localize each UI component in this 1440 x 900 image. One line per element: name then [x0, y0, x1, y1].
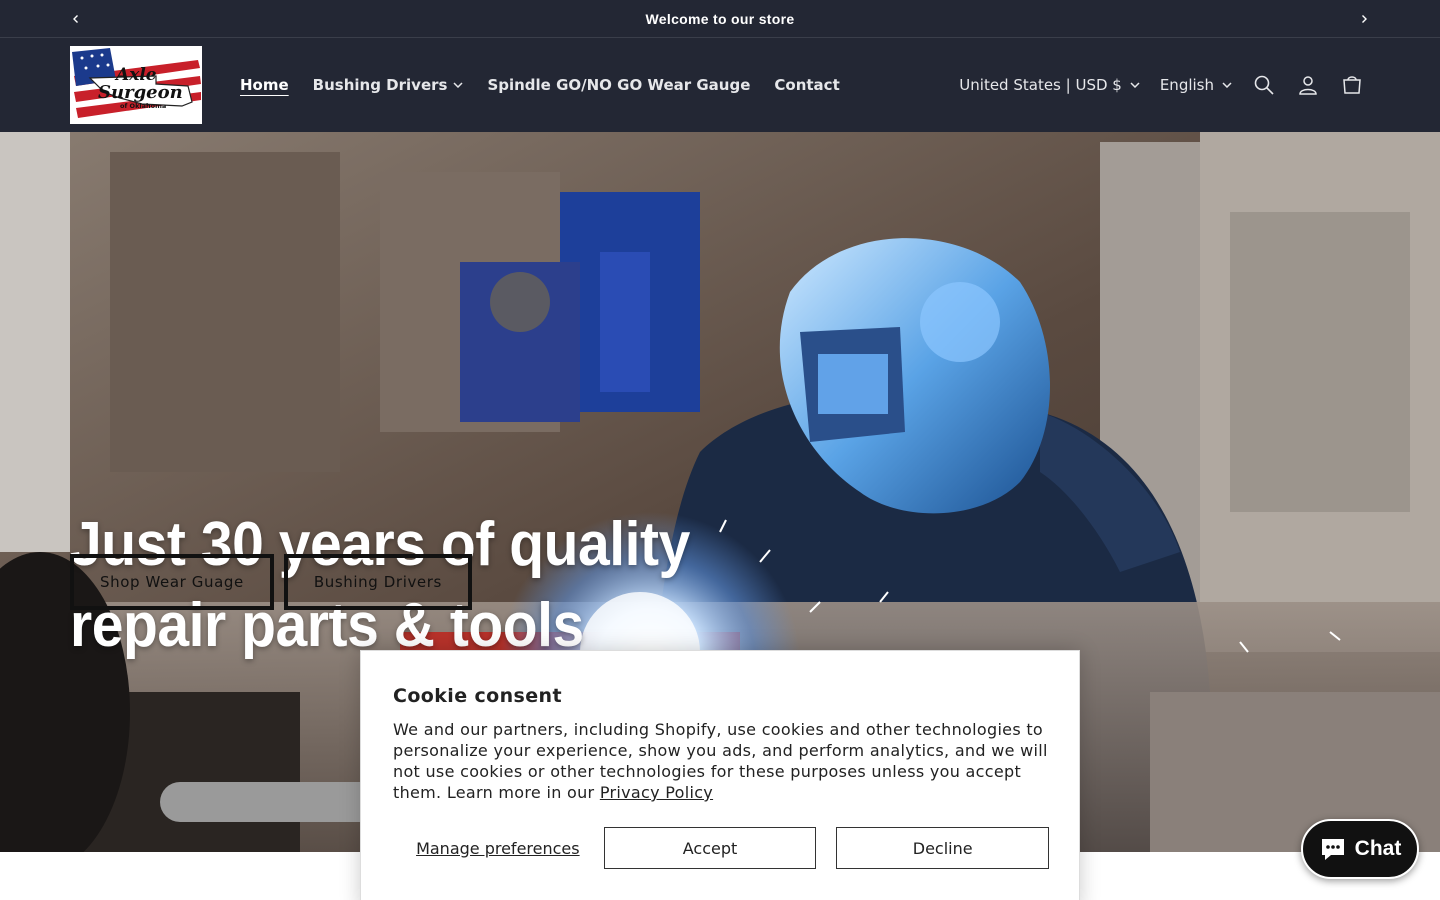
nav-home-label: Home: [240, 76, 289, 94]
language-selector[interactable]: English: [1150, 76, 1242, 94]
cookie-actions: Manage preferences Accept Decline: [393, 827, 1050, 869]
announcement-prev-button[interactable]: [66, 9, 86, 29]
cookie-consent-dialog: Cookie consent We and our partners, incl…: [360, 650, 1080, 900]
cookie-title: Cookie consent: [393, 685, 562, 707]
logo-flag-image: Axle Surgeon of Oklahoma: [70, 46, 202, 124]
chevron-left-icon: [73, 15, 78, 23]
nav-contact[interactable]: Contact: [762, 76, 851, 94]
chat-label: Chat: [1354, 837, 1402, 860]
shop-wear-gauge-button[interactable]: Shop Wear Guage: [70, 554, 274, 610]
nav-wear-gauge-label: Spindle GO/NO GO Wear Gauge: [487, 76, 751, 94]
manage-preferences-link[interactable]: Manage preferences: [393, 839, 603, 858]
bushing-drivers-button[interactable]: Bushing Drivers: [283, 554, 472, 610]
logo-text-surgeon: Surgeon: [98, 82, 183, 103]
search-button[interactable]: [1242, 63, 1286, 107]
chat-button[interactable]: Chat: [1301, 819, 1419, 879]
privacy-policy-link[interactable]: Privacy Policy: [600, 783, 713, 802]
header-tools: United States | USD $ English: [949, 38, 1374, 132]
nav-bushing-drivers[interactable]: Bushing Drivers: [301, 76, 476, 94]
account-button[interactable]: [1286, 63, 1330, 107]
nav-bushing-drivers-label: Bushing Drivers: [312, 76, 448, 94]
chat-bubble-icon: [1321, 839, 1344, 860]
nav-contact-label: Contact: [774, 76, 840, 94]
chevron-down-icon: [453, 82, 463, 88]
country-selector[interactable]: United States | USD $: [949, 76, 1150, 94]
nav-wear-gauge[interactable]: Spindle GO/NO GO Wear Gauge: [475, 76, 762, 94]
hero-buttons: Shop Wear Guage Bushing Drivers: [70, 554, 472, 610]
store-logo[interactable]: Axle Surgeon of Oklahoma: [70, 46, 202, 124]
announcement-text: Welcome to our store: [645, 10, 795, 27]
cart-button[interactable]: [1330, 63, 1374, 107]
country-selector-label: United States | USD $: [959, 76, 1122, 94]
logo-text-oklahoma: of Oklahoma: [120, 102, 166, 110]
chevron-down-icon: [1222, 82, 1232, 88]
main-nav: Home Bushing Drivers Spindle GO/NO GO We…: [228, 38, 852, 132]
cookie-body-text: We and our partners, including Shopify, …: [393, 720, 1048, 802]
nav-home[interactable]: Home: [228, 76, 301, 94]
cart-icon: [1343, 76, 1361, 94]
cookie-body: We and our partners, including Shopify, …: [393, 719, 1049, 803]
site-header: Axle Surgeon of Oklahoma Home Bushing Dr…: [0, 38, 1440, 132]
chevron-down-icon: [1130, 82, 1140, 88]
decline-button[interactable]: Decline: [836, 827, 1050, 869]
announcement-next-button[interactable]: [1354, 9, 1374, 29]
language-selector-label: English: [1159, 76, 1214, 94]
search-icon: [1254, 75, 1274, 95]
account-icon: [1299, 76, 1317, 95]
chevron-right-icon: [1362, 15, 1367, 23]
announcement-bar: Welcome to our store: [0, 0, 1440, 38]
accept-button[interactable]: Accept: [603, 827, 817, 869]
